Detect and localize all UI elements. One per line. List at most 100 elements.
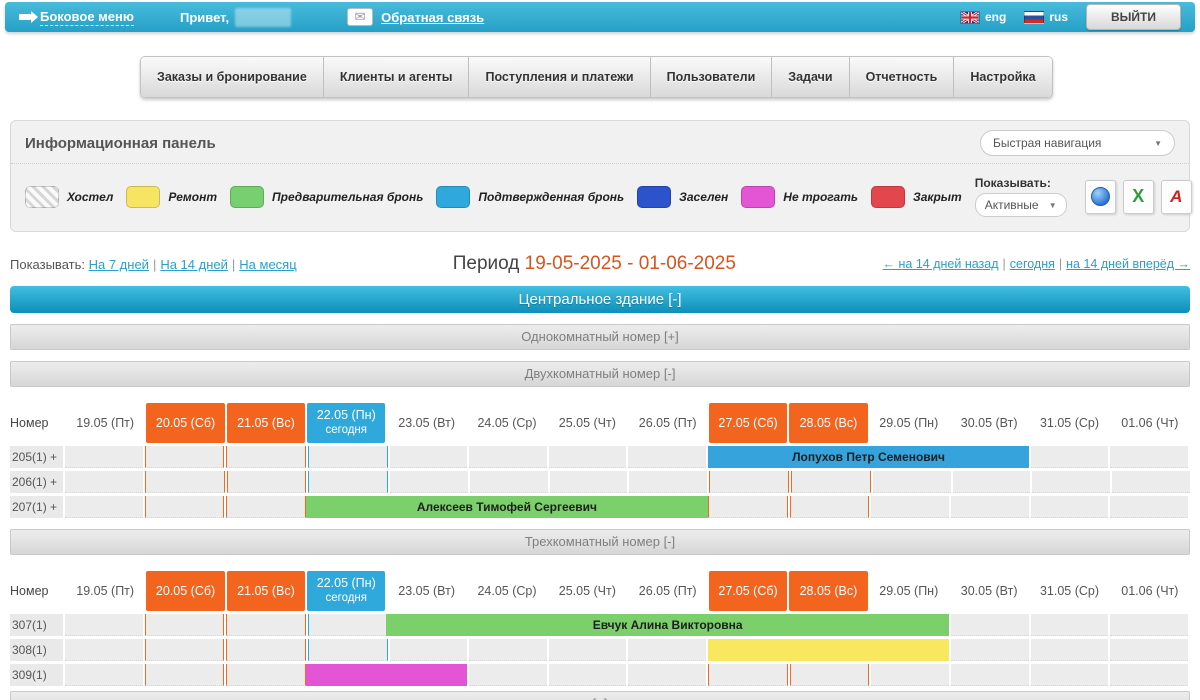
- day-cell[interactable]: [708, 664, 788, 686]
- quick-nav-select[interactable]: Быстрая навигация ▼: [980, 130, 1175, 156]
- lang-rus[interactable]: rus: [1049, 10, 1068, 24]
- day-cell[interactable]: [790, 664, 870, 686]
- room-label[interactable]: 309(1): [10, 664, 65, 686]
- booking-bar[interactable]: Евчук Алина Викторовна: [386, 614, 949, 636]
- day-cell[interactable]: [951, 639, 1029, 661]
- feedback-link[interactable]: Обратная связь: [381, 10, 484, 25]
- day-cell[interactable]: [628, 664, 706, 686]
- room-label[interactable]: 207(1) +: [10, 496, 65, 518]
- building-header[interactable]: Центральное здание [-]: [10, 286, 1190, 313]
- day-cell[interactable]: [1110, 664, 1188, 686]
- room-label[interactable]: 307(1): [10, 614, 65, 636]
- nav-tab-1[interactable]: Клиенты и агенты: [324, 57, 470, 97]
- expand-more-bar[interactable]: [+]: [10, 691, 1190, 700]
- day-cell[interactable]: [145, 471, 225, 493]
- day-cell[interactable]: [871, 496, 949, 518]
- room-label[interactable]: 206(1) +: [10, 471, 65, 493]
- day-cell[interactable]: [390, 639, 468, 661]
- day-cell[interactable]: [790, 496, 870, 518]
- room-label[interactable]: 308(1): [10, 639, 65, 661]
- day-cell[interactable]: [951, 496, 1029, 518]
- day-cell[interactable]: [226, 614, 306, 636]
- day-cell[interactable]: [1031, 614, 1109, 636]
- today-link[interactable]: сегодня: [1010, 257, 1055, 271]
- day-cell[interactable]: [1031, 639, 1109, 661]
- status-filter-select[interactable]: Активные ▼: [975, 193, 1067, 217]
- day-cell[interactable]: [1110, 496, 1188, 518]
- pdf-export-icon[interactable]: A: [1161, 180, 1192, 214]
- day-cell[interactable]: [1112, 471, 1190, 493]
- day-cell[interactable]: [145, 614, 225, 636]
- booking-bar[interactable]: [306, 664, 467, 686]
- range-7-days-link[interactable]: На 7 дней: [89, 257, 149, 272]
- forward-14-days-link[interactable]: на 14 дней вперёд →: [1066, 257, 1190, 271]
- day-cell[interactable]: [1110, 446, 1188, 468]
- day-cell[interactable]: [1110, 614, 1188, 636]
- day-cell[interactable]: [65, 471, 143, 493]
- day-cell[interactable]: [65, 446, 143, 468]
- day-cell[interactable]: [873, 471, 951, 493]
- day-cell[interactable]: [708, 496, 788, 518]
- day-cell[interactable]: [390, 446, 468, 468]
- day-cell[interactable]: [145, 496, 225, 518]
- day-cell[interactable]: [628, 639, 706, 661]
- day-cell[interactable]: [65, 614, 143, 636]
- day-cell[interactable]: [145, 639, 225, 661]
- day-cell[interactable]: [1031, 446, 1109, 468]
- day-cell[interactable]: [226, 664, 306, 686]
- range-14-days-link[interactable]: На 14 дней: [160, 257, 228, 272]
- day-cell[interactable]: [226, 639, 306, 661]
- day-cell[interactable]: [308, 639, 388, 661]
- day-cell[interactable]: [308, 471, 388, 493]
- day-cell[interactable]: [791, 471, 871, 493]
- nav-tab-4[interactable]: Задачи: [772, 57, 849, 97]
- room-label[interactable]: 205(1) +: [10, 446, 65, 468]
- day-cell[interactable]: [145, 446, 225, 468]
- day-cell[interactable]: [550, 471, 628, 493]
- section-header[interactable]: Однокомнатный номер [+]: [10, 324, 1190, 350]
- section-header[interactable]: Двухкомнатный номер [-]: [10, 361, 1190, 387]
- day-cell[interactable]: [953, 471, 1031, 493]
- day-cell[interactable]: [628, 446, 706, 468]
- day-cell[interactable]: [951, 664, 1029, 686]
- day-cell[interactable]: [709, 471, 789, 493]
- section-header[interactable]: Трехкомнатный номер [-]: [10, 529, 1190, 555]
- booking-bar[interactable]: Алексеев Тимофей Сергеевич: [306, 496, 708, 518]
- nav-tab-5[interactable]: Отчетность: [850, 57, 955, 97]
- day-cell[interactable]: [308, 446, 388, 468]
- excel-export-icon[interactable]: X: [1123, 180, 1154, 214]
- range-month-link[interactable]: На месяц: [239, 257, 296, 272]
- day-cell[interactable]: [469, 664, 547, 686]
- day-cell[interactable]: [1031, 664, 1109, 686]
- day-cell[interactable]: [951, 614, 1029, 636]
- day-cell[interactable]: [65, 664, 143, 686]
- day-cell[interactable]: [549, 639, 627, 661]
- day-cell[interactable]: [1032, 471, 1110, 493]
- nav-tab-0[interactable]: Заказы и бронирование: [141, 57, 324, 97]
- day-cell[interactable]: [308, 614, 388, 636]
- day-cell[interactable]: [1110, 639, 1188, 661]
- logout-button[interactable]: выйти: [1086, 4, 1181, 30]
- day-cell[interactable]: [227, 471, 307, 493]
- day-cell[interactable]: [549, 446, 627, 468]
- day-cell[interactable]: [1031, 496, 1109, 518]
- nav-tab-3[interactable]: Пользователи: [651, 57, 773, 97]
- day-cell[interactable]: [390, 471, 468, 493]
- day-cell[interactable]: [226, 446, 306, 468]
- day-cell[interactable]: [470, 471, 548, 493]
- day-cell[interactable]: [549, 664, 627, 686]
- lang-eng[interactable]: eng: [985, 10, 1006, 24]
- day-cell[interactable]: [65, 639, 143, 661]
- day-cell[interactable]: [65, 496, 143, 518]
- back-14-days-link[interactable]: ← на 14 дней назад: [883, 257, 999, 271]
- side-menu-link[interactable]: Боковое меню: [40, 9, 134, 26]
- html-export-icon[interactable]: [1085, 180, 1116, 214]
- booking-bar[interactable]: Лопухов Петр Семенович: [708, 446, 1029, 468]
- nav-tab-2[interactable]: Поступления и платежи: [469, 57, 650, 97]
- day-cell[interactable]: [145, 664, 225, 686]
- day-cell[interactable]: [629, 471, 707, 493]
- day-cell[interactable]: [469, 446, 547, 468]
- nav-tab-6[interactable]: Настройка: [954, 57, 1051, 97]
- day-cell[interactable]: [871, 664, 949, 686]
- day-cell[interactable]: [226, 496, 306, 518]
